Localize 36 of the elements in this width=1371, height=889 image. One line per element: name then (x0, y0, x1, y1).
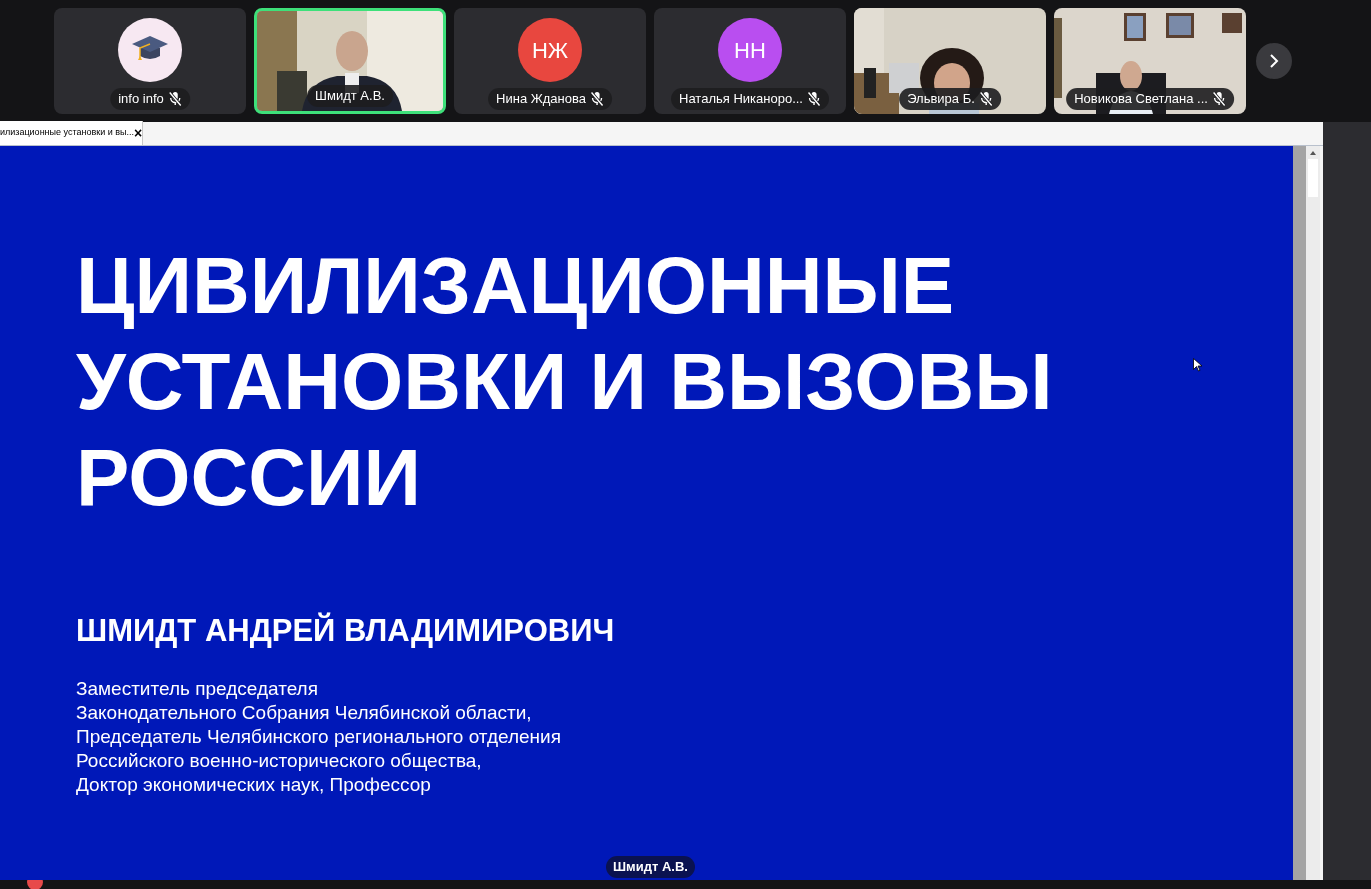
initials-avatar: НН (718, 18, 782, 82)
participant-tile[interactable]: Шмидт А.В. (254, 8, 446, 114)
position-line: Заместитель председателя (76, 676, 319, 701)
participant-tile[interactable]: Новикова Светлана ... (1054, 8, 1246, 114)
tab-title: илизационные установки и вы... (0, 126, 134, 140)
muted-mic-icon (589, 91, 604, 107)
participant-tile[interactable]: Эльвира Б. (854, 8, 1046, 114)
muted-mic-icon (167, 91, 182, 107)
cursor-icon (1193, 358, 1202, 372)
position-line: Председатель Челябинского регионального отделения (76, 724, 562, 749)
slide-title: ЦИВИЛИЗАЦИОННЫЕ (76, 240, 955, 332)
presenter-tag: Шмидт А.В. (606, 856, 695, 878)
scroll-up-icon (1309, 149, 1317, 157)
position-line: Законодательного Собрания Челябинской области, (76, 700, 533, 725)
participant-tile[interactable]: info info (54, 8, 246, 114)
muted-mic-icon (1211, 91, 1226, 107)
close-button[interactable]: × (133, 126, 142, 140)
participant-name: Шмидт А.В. (315, 87, 385, 106)
slide-title: УСТАНОВКИ И ВЫЗОВЫ (76, 336, 1053, 428)
position-line: Доктор экономических наук, Профессор (76, 772, 432, 797)
next-button[interactable] (1256, 43, 1292, 79)
participant-name: Новикова Светлана ... (1074, 90, 1208, 109)
slide-title: РОССИИ (76, 432, 422, 524)
position-line: Российского военно-исторического общества, (76, 748, 483, 773)
participant-tile[interactable]: НН Наталья Никаноро... (654, 8, 846, 114)
muted-mic-icon (807, 91, 821, 107)
scrollbar[interactable] (1306, 146, 1320, 880)
author-name: ШМИДТ АНДРЕЙ ВЛАДИМИРОВИЧ (76, 611, 616, 650)
participant-name: Эльвира Б. (907, 90, 975, 109)
chevron-right-icon (1269, 54, 1279, 68)
participant-name: Нина Жданова (496, 90, 586, 109)
muted-mic-icon (978, 91, 993, 107)
participant-name: Наталья Никаноро... (679, 90, 803, 109)
initials-avatar: НЖ (518, 18, 582, 82)
participant-name: info info (118, 90, 164, 109)
participant-tile[interactable]: НЖ Нина Жданова (454, 8, 646, 114)
